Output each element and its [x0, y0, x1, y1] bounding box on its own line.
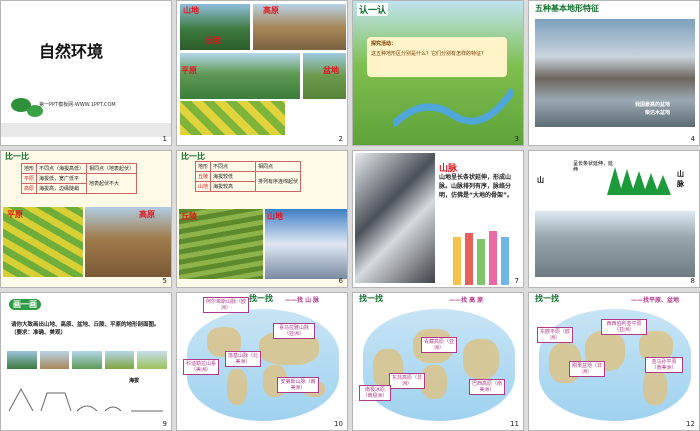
label-mountain: 山地 [183, 6, 199, 15]
slide-thumbnail-10[interactable]: 找一找 ——找 山 脉 阿尔卑斯山脉（欧洲） 喜马拉雅山脉（亚洲） 落基山脉（北… [176, 292, 348, 431]
slide-thumbnail-1[interactable]: 自然环境 第一PPT模板网-WWW.1PPT.COM 1 [0, 0, 172, 146]
tag-antarctic-plateau: 南极冰原（南极洲） [359, 385, 391, 401]
slide-number: 8 [690, 277, 695, 285]
question-text: 这五种地形区分别是什么？它们分别有怎样的特征？ [371, 51, 487, 57]
plateau-photo [85, 207, 171, 277]
basin-photo [303, 53, 346, 99]
slide-number: 3 [514, 135, 519, 143]
tag-tibetan-plateau: 青藏高原（亚洲） [421, 337, 457, 353]
tag-west-siberian-plain: 西西伯利亚平原（亚洲） [601, 319, 647, 335]
label-mountain-range: 山脉 [677, 170, 684, 188]
slide-subheading: ——找 高 原 [449, 297, 484, 304]
slide-number: 12 [686, 420, 695, 428]
slide-heading: 画一画 [9, 299, 41, 310]
slide-heading: 找一找 [535, 294, 559, 303]
slide-heading: 比一比 [5, 152, 29, 161]
slide-thumbnail-12[interactable]: 找一找 ——找平原、盆地 东欧平原（欧洲） 西西伯利亚平原（亚洲） 亚马孙平原（… [528, 292, 700, 431]
hills-photo [180, 53, 300, 99]
pencils-illustration [453, 231, 509, 285]
caption-line-1: 我国最高的盆地 [635, 102, 671, 108]
slide-thumbnail-11[interactable]: 找一找 ——找 高 原 青藏高原（亚洲） 巴西高原（南美洲） 东非高原（非洲） … [352, 292, 524, 431]
slide-number: 1 [162, 135, 167, 143]
slide-thumbnail-2[interactable]: 山地 高原 丘陵 平原 盆地 2 [176, 0, 348, 146]
slide-thumbnail-9[interactable]: 画一画 请你大致画出山地、高原、盆地、丘陵、平原的地形剖面图。（要求：准确、美观… [0, 292, 172, 431]
label-plain: 平原 [7, 210, 23, 219]
slide-number: 9 [162, 420, 167, 428]
tag-alps: 阿尔卑斯山脉（欧洲） [203, 297, 249, 313]
slide-number: 6 [338, 277, 343, 285]
label-hills: 丘陵 [181, 212, 197, 221]
basin-lake-photo [535, 19, 695, 127]
slide-heading: 找一找 [249, 294, 273, 303]
slide-thumbnail-7[interactable]: 山脉 山地呈长条状延伸，形成山脉。山脉排列有序，脉络分明，仿佛是“大地的骨架”。… [352, 150, 524, 288]
slide-thumbnail-3[interactable]: 认一认 探究活动： 这五种地形区分别是什么？它们分别有怎样的特征？ 3 [352, 0, 524, 146]
slide-thumbnail-8[interactable]: 山 呈长条状延伸，延伸 山脉 8 [528, 150, 700, 288]
slide-subheading: ——找 山 脉 [285, 297, 320, 304]
label-mountain: 山 [537, 176, 544, 184]
slide-title: 自然环境 [39, 42, 104, 61]
label-mountain: 山地 [267, 212, 283, 221]
plain-photo [180, 101, 285, 135]
slide-thumbnail-6[interactable]: 比一比 地形 不同点 相同点 丘陵 海拔较低 排列有序连绵起伏 山地 海拔较高 丘陵 山地… [176, 150, 348, 288]
tag-east-africa-plateau: 东非高原（非洲） [389, 373, 425, 389]
slide-heading: 找一找 [359, 294, 383, 303]
slide-number: 2 [338, 135, 343, 143]
caption-line-2: 柴达木盆地 [645, 110, 671, 116]
question-card: 探究活动： 这五种地形区分别是什么？它们分别有怎样的特征？ [367, 37, 507, 77]
tag-congo-basin: 刚果盆地（非洲） [569, 361, 605, 377]
slide-thumbnail-5[interactable]: 比一比 地形 不同点（海拔高低） 相同点（地表起伏） 平原 海拔低，宽广低平 地表起伏不… [0, 150, 172, 288]
slide-number: 10 [334, 420, 343, 428]
label-basin: 盆地 [323, 66, 339, 75]
tag-east-european-plain: 东欧平原（欧洲） [537, 327, 573, 343]
slide-thumbnail-4[interactable]: 五种基本地形特征 我国最高的盆地 柴达木盆地 4 [528, 0, 700, 146]
slide-number: 11 [510, 420, 519, 428]
slide-text: 请你大致画出山地、高原、盆地、丘陵、平原的地形剖面图。（要求：准确、美观） [11, 322, 160, 336]
label-plain: 平原 [181, 66, 197, 75]
river-illustration [393, 88, 513, 128]
mountain-range-photo [355, 153, 435, 283]
tag-himalaya: 喜马拉雅山脉（亚洲） [273, 323, 315, 339]
question-prompt: 探究活动： [371, 41, 397, 47]
slide-number: 4 [690, 135, 695, 143]
label-plateau: 高原 [139, 210, 155, 219]
mountain-row-illustration [607, 167, 671, 195]
tag-cordillera: 科迪勒拉山系（美洲） [183, 359, 219, 375]
slide-heading: 五种基本地形特征 [535, 4, 599, 13]
tag-andes: 安第斯山脉（南美洲） [277, 377, 319, 393]
slide-heading: 认一认 [357, 3, 389, 16]
label-plateau: 高原 [263, 6, 279, 15]
comparison-table: 地形 不同点 相同点 丘陵 海拔较低 排列有序连绵起伏 山地 海拔较高 [194, 161, 302, 192]
slide-number: 7 [514, 277, 519, 285]
slide-subheading: ——找平原、盆地 [631, 297, 680, 304]
comparison-table: 地形 不同点（海拔高低） 相同点（地表起伏） 平原 海拔低，宽广低平 地表起伏不大 高原… [20, 163, 138, 194]
slide-number: 5 [162, 277, 167, 285]
world-map [363, 309, 515, 421]
mountain-ridge-diagram [535, 211, 695, 277]
slide-footer: 第一PPT模板网-WWW.1PPT.COM [39, 102, 116, 108]
tag-amazon-plain: 亚马孙平原（南美洲） [645, 357, 683, 373]
tag-brazil-plateau: 巴西高原（南美洲） [469, 379, 505, 395]
label-hills: 丘陵 [205, 36, 221, 45]
profile-sketches [8, 387, 163, 412]
landform-photo-row [7, 351, 167, 369]
slide-text: 山地呈长条状延伸，形成山脉。山脉排列有序，脉络分明，仿佛是“大地的骨架”。 [439, 174, 513, 199]
tag-rockies: 落基山脉（北美洲） [225, 351, 261, 367]
